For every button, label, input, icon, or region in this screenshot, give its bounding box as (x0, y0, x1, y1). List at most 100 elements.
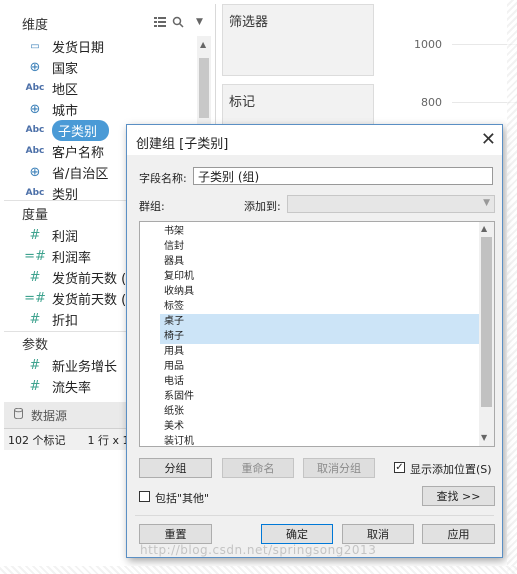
field-name-label: 字段名称: (139, 172, 187, 185)
dialog-titlebar[interactable]: 创建组 [子类别] ✕ (127, 125, 502, 155)
number-icon: # (29, 311, 41, 327)
field-label: 发货日期 (52, 40, 105, 56)
dimensions-title: 维度 (22, 18, 49, 33)
list-item[interactable]: 桌子 (160, 314, 479, 329)
abc-icon: Abc (25, 83, 45, 93)
cancel-button[interactable]: 取消 (342, 524, 414, 544)
field-label: 地区 (52, 82, 79, 98)
list-item[interactable]: 标签 (160, 299, 479, 314)
list-item[interactable]: 系固件 (160, 389, 479, 404)
list-item[interactable]: 用品 (160, 359, 479, 374)
list-item[interactable]: 美术 (160, 419, 479, 434)
scroll-down-icon[interactable]: ▼ (481, 433, 487, 442)
field-label: 新业务增长 (52, 359, 118, 375)
group-label: 群组: (139, 200, 165, 213)
ungroup-button[interactable]: 取消分组 (303, 458, 375, 478)
chevron-down-icon: ▼ (483, 198, 490, 208)
add-to-label: 添加到: (244, 200, 281, 213)
abc-icon: Abc (25, 125, 45, 135)
rows-count: 1 行 x 1 (87, 434, 130, 447)
reset-button[interactable]: 重置 (139, 524, 212, 544)
globe-icon: ⊕ (29, 164, 41, 180)
rename-button[interactable]: 重命名 (222, 458, 294, 478)
watermark: http://blog.csdn.net/springsong2013 (140, 543, 377, 557)
list-item[interactable]: 复印机 (160, 269, 479, 284)
ok-button[interactable]: 确定 (261, 524, 333, 544)
calendar-icon: ▭ (30, 40, 40, 52)
number-icon: # (29, 378, 41, 394)
datasource-label: 数据源 (31, 408, 68, 423)
list-item[interactable]: 器具 (160, 254, 479, 269)
search-icon[interactable] (172, 16, 184, 28)
list-item-label: 美术 (164, 421, 184, 432)
number-icon: # (29, 269, 41, 285)
list-item[interactable]: 电话 (160, 374, 479, 389)
list-item[interactable]: 装订机 (160, 434, 479, 446)
field-label: 折扣 (52, 313, 79, 329)
list-item[interactable]: 收纳具 (160, 284, 479, 299)
show-add-location-label: 显示添加位置(S) (410, 463, 492, 476)
field-label: 利润 (52, 229, 79, 245)
list-scrollbar[interactable]: ▲ ▼ (479, 222, 494, 446)
torn-edge (507, 0, 517, 574)
list-item[interactable]: 椅子 (160, 329, 479, 344)
abc-icon: Abc (25, 146, 45, 156)
field-item[interactable]: ⊕ 国家 (4, 57, 204, 77)
field-label: 客户名称 (52, 145, 105, 161)
list-item[interactable]: 纸张 (160, 404, 479, 419)
field-label: 国家 (52, 61, 79, 77)
calculated-number-icon: =# (24, 248, 46, 264)
list-item-label: 书架 (164, 226, 184, 237)
torn-edge (0, 566, 517, 574)
field-item[interactable]: ⊕ 城市 (4, 99, 204, 119)
field-item[interactable]: ▭ 发货日期 (4, 36, 204, 56)
scroll-thumb[interactable] (481, 237, 492, 407)
scroll-up-icon[interactable]: ▲ (481, 224, 487, 233)
field-label: 省/自治区 (52, 166, 109, 182)
list-item-label: 纸张 (164, 406, 184, 417)
globe-icon: ⊕ (29, 101, 41, 117)
apply-button[interactable]: 应用 (422, 524, 495, 544)
group-button[interactable]: 分组 (139, 458, 212, 478)
list-item-label: 信封 (164, 241, 184, 252)
field-item[interactable]: Abc 地区 (4, 78, 204, 98)
list-view-icon[interactable] (154, 17, 166, 27)
field-label: 子类别 (52, 119, 110, 141)
abc-icon: Abc (25, 188, 45, 198)
number-icon: # (29, 357, 41, 373)
list-item-label: 椅子 (164, 331, 184, 342)
show-add-location-checkbox[interactable]: ✓ (394, 462, 405, 473)
field-label: 发货前天数 ( (52, 292, 127, 308)
dialog-title: 创建组 [子类别] (136, 137, 229, 152)
close-icon[interactable]: ✕ (481, 129, 496, 150)
list-item[interactable]: 信封 (160, 239, 479, 254)
parameters-title: 参数 (22, 338, 49, 353)
field-label: 利润率 (52, 250, 92, 266)
database-icon (14, 407, 23, 422)
marks-count: 102 个标记 (8, 434, 66, 447)
axis-tick-label: 800 (421, 96, 442, 109)
find-button[interactable]: 查找 >> (422, 486, 495, 506)
filters-card[interactable]: 筛选器 (222, 4, 374, 76)
field-name-input[interactable]: 子类别 (组) (193, 167, 493, 185)
list-item[interactable]: 用具 (160, 344, 479, 359)
list-item[interactable]: 书架 (160, 224, 479, 239)
scroll-up-icon[interactable]: ▲ (200, 40, 206, 49)
add-to-select[interactable]: ▼ (287, 195, 495, 213)
number-icon: # (29, 227, 41, 243)
group-members-list[interactable]: 书架信封器具复印机收纳具标签桌子椅子用具 用品 电话系固件纸张美术装订机 ▲ ▼ (139, 221, 495, 447)
list-item-label: 桌子 (164, 316, 184, 327)
scroll-thumb[interactable] (199, 58, 209, 118)
list-item-label: 标签 (164, 301, 184, 312)
include-other-checkbox[interactable] (139, 491, 150, 502)
list-item-label: 系固件 (164, 391, 194, 402)
list-item-label: 收纳具 (164, 286, 194, 297)
pane-menu-icon[interactable]: ▼ (196, 17, 203, 27)
list-item-label: 器具 (164, 256, 184, 267)
axis-tick-label: 1000 (414, 38, 442, 51)
field-label: 流失率 (52, 380, 92, 396)
include-other-label: 包括"其他" (155, 492, 210, 505)
filters-title: 筛选器 (229, 15, 269, 30)
measures-title: 度量 (22, 208, 49, 223)
marks-title: 标记 (229, 95, 256, 110)
